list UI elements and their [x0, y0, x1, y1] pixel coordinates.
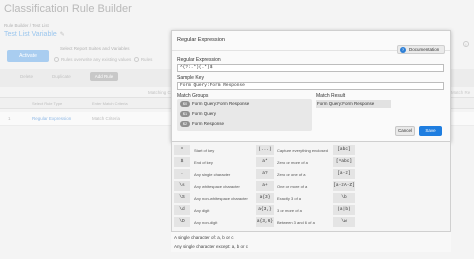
cheat-symbol: [^abc]: [333, 157, 355, 167]
criteria-column-header: Enter Match Criteria: [92, 101, 128, 106]
group-value: Form Response: [192, 121, 225, 126]
cheat-symbol: [a-zA-Z]: [333, 181, 355, 191]
info-icon[interactable]: i: [463, 41, 469, 47]
cheat-symbol: \D: [174, 217, 190, 227]
match-group-row: $0 Form Query:Form Response: [180, 101, 249, 107]
group-value: Form Query: [192, 111, 217, 116]
cheat-symbol: (...): [256, 145, 274, 155]
radio-rules-label: Rules: [140, 57, 153, 62]
cheat-symbol: \b: [333, 193, 355, 203]
row-number: 1: [8, 116, 11, 121]
row-rule-type[interactable]: Regular Expression: [32, 116, 71, 121]
cancel-button[interactable]: Cancel: [395, 126, 415, 136]
overwrite-options: Rules overwrite any existing values Rule…: [54, 57, 153, 63]
cheat-symbol: a{3}: [256, 193, 274, 203]
group-badge: $1: [180, 111, 190, 117]
cheat-symbol: [a-z]: [333, 169, 355, 179]
regex-input[interactable]: ^(?:.*)(.*)$: [177, 64, 444, 72]
cheat-symbol: (a|b): [333, 205, 355, 215]
cheat-description: Any whitespace character: [194, 184, 240, 189]
group-value: Form Query:Form Response: [192, 101, 250, 106]
matching-criteria-header: Matching Cr: [148, 90, 173, 95]
cheat-description: End of key: [194, 160, 213, 165]
radio-rules[interactable]: [133, 57, 139, 63]
cheat-symbol: a?: [256, 169, 274, 179]
cheat-description: Zero or one of a: [277, 172, 306, 177]
footer-line-1: A single character of: a, b or c: [174, 235, 234, 240]
cheat-description: Start of key: [194, 148, 215, 153]
dialog-title: Regular Expression: [177, 37, 225, 43]
delete-button[interactable]: Delete: [20, 74, 33, 79]
rule-name-title: Test List Variable ✎: [4, 31, 65, 38]
documentation-label: Documentation: [409, 47, 440, 52]
cheat-symbol: a*: [256, 157, 274, 167]
activate-button[interactable]: Activate: [7, 50, 49, 62]
cheat-symbol: a+: [256, 181, 274, 191]
app-header: Classification Rule Builder: [0, 0, 474, 19]
cheat-description: Any non-digit: [194, 220, 218, 225]
radio-overwrite-label: Rules overwrite any existing values: [61, 57, 132, 62]
cheat-symbol: [abc]: [333, 145, 355, 155]
save-button[interactable]: Save: [419, 126, 442, 136]
help-icon: ?: [400, 47, 406, 53]
breadcrumb[interactable]: Rule Builder / Test List: [4, 23, 49, 28]
rule-name-text[interactable]: Test List Variable: [4, 31, 57, 38]
report-suites-link[interactable]: Select Report Suites and Variables: [60, 46, 129, 51]
cheat-symbol: \d: [174, 205, 190, 215]
cheat-description: Zero or more of a: [277, 160, 308, 165]
cheat-description: One or more of a: [277, 184, 308, 189]
add-rule-button[interactable]: Add Rule: [90, 72, 118, 81]
radio-overwrite[interactable]: [54, 57, 59, 63]
group-badge: $0: [180, 101, 190, 107]
cheat-description: Any digit: [194, 208, 210, 213]
match-group-row: $1 Form Query: [180, 111, 216, 117]
match-result-label: Match Result: [316, 93, 346, 99]
cheat-description: 3 or more of a: [277, 208, 302, 213]
cheat-symbol: \s: [174, 181, 190, 191]
cheat-symbol: \S: [174, 193, 190, 203]
app-title: Classification Rule Builder: [4, 3, 132, 15]
cheat-description: Capture everything enclosed: [277, 148, 328, 153]
group-badge: $2: [180, 121, 190, 127]
cheat-symbol: a{3,}: [256, 205, 274, 215]
cheat-symbol: .: [174, 169, 190, 179]
cheat-description: Between 3 and 6 of a: [277, 220, 315, 225]
cheat-symbol: a{3,6}: [256, 217, 274, 227]
documentation-button[interactable]: ? Documentation: [397, 45, 445, 54]
match-group-row: $2 Form Response: [180, 121, 224, 127]
sample-key-input[interactable]: Form Query:Form Response: [177, 82, 444, 90]
match-result-column-header: Match Re: [451, 90, 471, 95]
match-result-value: Form Query:Form Response: [316, 100, 391, 108]
sample-key-label: Sample Key: [177, 75, 204, 81]
cheat-description: Any single character: [194, 172, 231, 177]
row-match-criteria[interactable]: Match Criteria: [92, 116, 120, 121]
edit-pencil-icon[interactable]: ✎: [60, 32, 65, 38]
cheat-symbol: ^: [174, 145, 190, 155]
regex-label: Regular Expression: [177, 57, 221, 63]
cheat-symbol: \w: [333, 217, 355, 227]
cheat-description: Any non-whitespace character: [194, 196, 248, 201]
footer-line-2: Any single character except: a, b or c: [174, 244, 249, 249]
duplicate-button[interactable]: Duplicate: [52, 74, 71, 79]
rule-type-column-header: Select Rule Type: [32, 101, 63, 106]
cheat-symbol: $: [174, 157, 190, 167]
cheat-description: Exactly 3 of a: [277, 196, 302, 201]
